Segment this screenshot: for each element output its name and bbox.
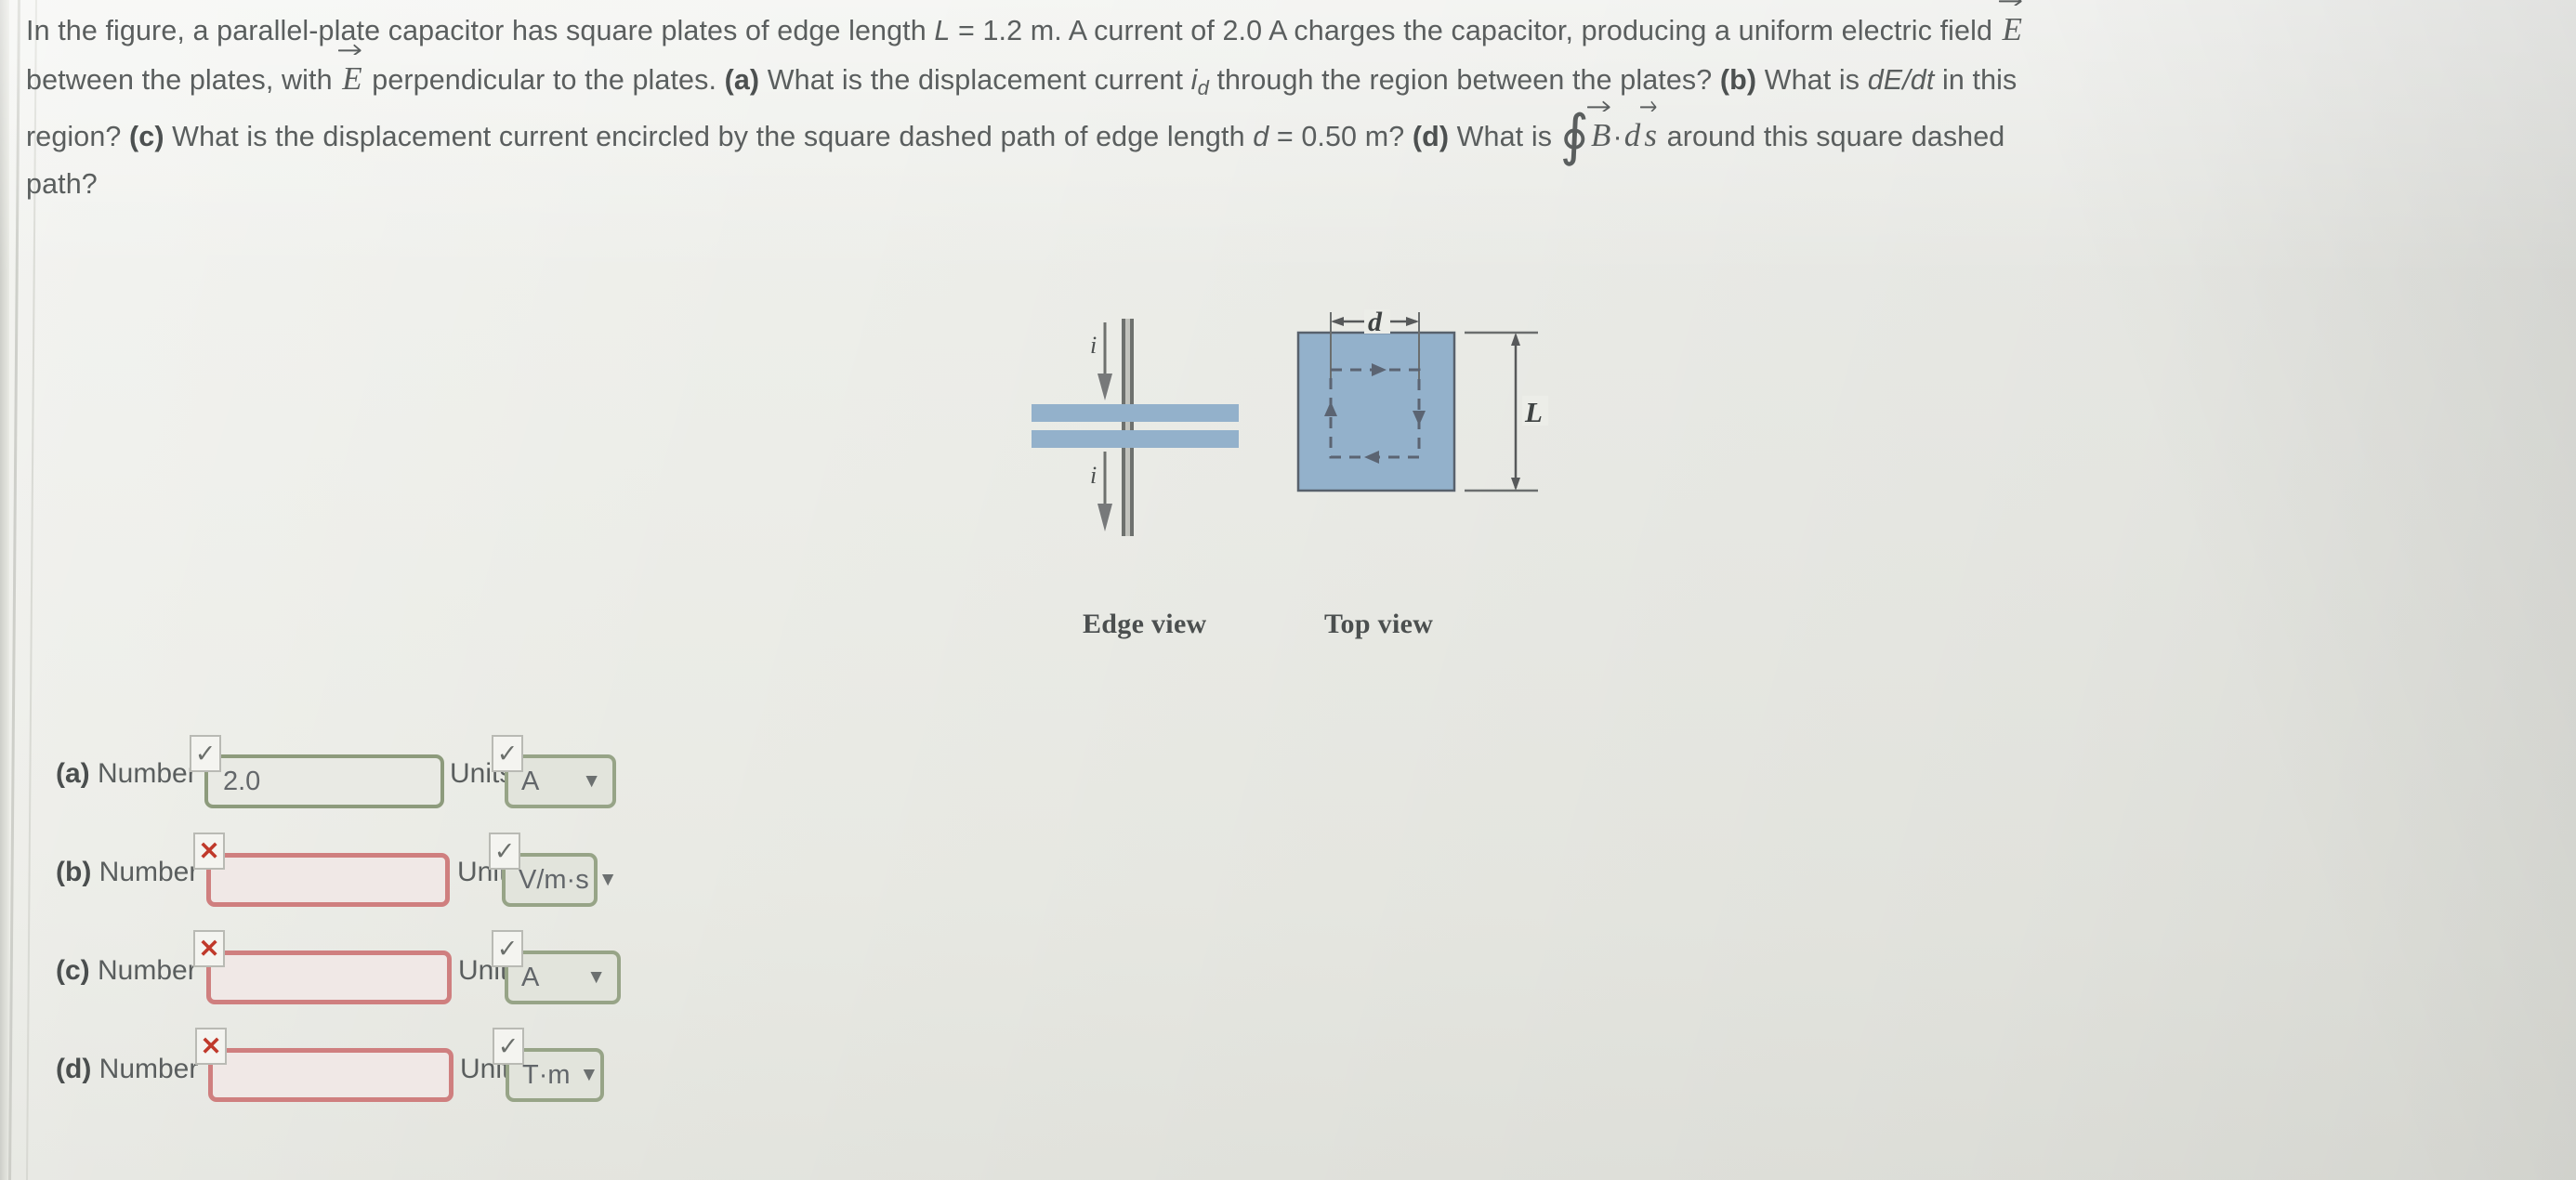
physics-figure: i i d L Edge view Top view bbox=[1032, 307, 1636, 650]
page-edge-line-outer bbox=[8, 0, 20, 1180]
screenshot-page: In the figure, a parallel-plate capacito… bbox=[0, 0, 2576, 1180]
question-line2-part2: perpendicular to the plates. bbox=[363, 64, 725, 96]
chevron-down-icon: ▼ bbox=[598, 869, 618, 890]
vector-E-symbol-1: E bbox=[1998, 0, 2024, 53]
answer-row-b: (b) Number ✕ Units ✓ V/m·s ▼ bbox=[56, 829, 1171, 927]
wire-right-edge bbox=[1130, 319, 1134, 536]
status-badge-units-b: ✓ bbox=[489, 833, 520, 870]
variable-d: d bbox=[1253, 121, 1269, 153]
variable-i-d: id bbox=[1190, 64, 1209, 100]
answer-label-d: (d) Number bbox=[56, 1054, 198, 1085]
variable-i: i bbox=[1190, 64, 1198, 96]
status-badge-number-c: ✕ bbox=[193, 930, 225, 967]
status-badge-units-d: ✓ bbox=[493, 1028, 524, 1065]
edge-view-diagram: i i bbox=[1032, 319, 1239, 536]
edge-view-caption: Edge view bbox=[1083, 609, 1207, 639]
current-label-top: i bbox=[1090, 332, 1097, 359]
wire-left-edge bbox=[1122, 319, 1125, 536]
top-view-caption: Top view bbox=[1324, 609, 1434, 639]
part-key-c: (c) bbox=[56, 955, 90, 986]
question-line2-part5: What is bbox=[1756, 64, 1868, 96]
dim-L-arrow bbox=[1511, 333, 1520, 491]
vector-E-glyph: E bbox=[342, 60, 362, 97]
vector-arrow-icon bbox=[338, 43, 362, 55]
units-select-value-c: A bbox=[521, 962, 540, 992]
question-line3-part2: What is the displacement current encircl… bbox=[164, 121, 1254, 153]
number-label-d: Number bbox=[99, 1054, 199, 1084]
part-key-a: (a) bbox=[56, 758, 90, 789]
dim-L-label: L bbox=[1524, 396, 1543, 428]
number-label-c: Number bbox=[98, 955, 197, 986]
vector-s-symbol: s bbox=[1640, 100, 1659, 159]
vector-E-symbol-2: E bbox=[338, 44, 363, 102]
current-label-bottom: i bbox=[1090, 462, 1097, 489]
current-arrow-bottom bbox=[1097, 452, 1112, 531]
answer-row-c: (c) Number ✕ Units ✓ A ▼ bbox=[56, 927, 1171, 1026]
part-label-a: (a) bbox=[724, 64, 760, 96]
screen-bezel-edge bbox=[0, 0, 9, 1180]
number-input-d[interactable] bbox=[208, 1048, 453, 1102]
question-line1-part1: In the figure, a parallel-plate capacito… bbox=[26, 15, 935, 46]
question-line3-part5: around this square dashed bbox=[1659, 121, 2005, 153]
part-key-d: (d) bbox=[56, 1054, 92, 1084]
part-label-b: (b) bbox=[1719, 64, 1757, 96]
vector-E-glyph: E bbox=[2002, 11, 2023, 47]
question-line3-part1: region? bbox=[26, 121, 130, 153]
answer-label-b: (b) Number bbox=[56, 857, 198, 888]
capacitor-plate-lower bbox=[1032, 430, 1239, 448]
question-text: In the figure, a parallel-plate capacito… bbox=[26, 0, 2563, 208]
capacitor-plate-upper bbox=[1032, 404, 1239, 422]
question-line1-part2: = 1.2 m. A current of 2.0 A charges the … bbox=[950, 15, 2001, 46]
question-line3-part3: = 0.50 m? bbox=[1268, 121, 1413, 153]
number-input-a[interactable]: 2.0 bbox=[204, 754, 444, 808]
chevron-down-icon: ▼ bbox=[586, 966, 606, 988]
part-label-d: (d) bbox=[1412, 121, 1450, 153]
chevron-down-icon: ▼ bbox=[579, 1064, 599, 1085]
status-badge-units-c: ✓ bbox=[492, 930, 523, 967]
part-key-b: (b) bbox=[56, 857, 92, 887]
number-label-a: Number bbox=[98, 758, 197, 789]
status-badge-number-a: ✓ bbox=[190, 735, 221, 772]
chevron-down-icon: ▼ bbox=[582, 770, 601, 792]
part-label-c: (c) bbox=[129, 121, 164, 153]
answer-form: (a) Number ✓ 2.0 Units ✓ A ▼ (b) Number … bbox=[56, 730, 1171, 1124]
status-badge-number-d: ✕ bbox=[195, 1028, 227, 1065]
question-line2-part6: in this bbox=[1934, 64, 2017, 96]
answer-label-a: (a) Number bbox=[56, 758, 197, 790]
units-select-value-a: A bbox=[521, 766, 540, 796]
top-view-diagram: d L bbox=[1296, 307, 1548, 492]
current-arrow-top bbox=[1097, 322, 1112, 400]
variable-L: L bbox=[934, 15, 951, 46]
answer-label-c: (c) Number bbox=[56, 955, 197, 987]
question-line2-part1: between the plates, with bbox=[26, 64, 341, 96]
vector-arrow-icon bbox=[1640, 99, 1658, 112]
question-line3-part4: What is bbox=[1449, 121, 1560, 153]
answer-row-d: (d) Number ✕ Units ✓ T·m ▼ bbox=[56, 1026, 1171, 1124]
vector-s-glyph: s bbox=[1644, 117, 1658, 154]
status-badge-units-a: ✓ bbox=[492, 735, 523, 772]
answer-row-a: (a) Number ✓ 2.0 Units ✓ A ▼ bbox=[56, 730, 1171, 829]
units-select-value-d: T·m bbox=[522, 1059, 571, 1090]
number-input-c[interactable] bbox=[206, 951, 452, 1004]
vector-arrow-icon bbox=[1998, 0, 2023, 6]
question-line4: path? bbox=[26, 168, 98, 201]
status-badge-number-b: ✕ bbox=[193, 833, 225, 870]
vector-B-glyph: B bbox=[1591, 117, 1611, 154]
number-label-b: Number bbox=[99, 857, 199, 887]
question-line2-part3: What is the displacement current bbox=[759, 64, 1191, 96]
differential-d: d bbox=[1623, 117, 1641, 154]
number-input-b[interactable] bbox=[206, 853, 450, 907]
dim-d-label: d bbox=[1368, 307, 1383, 337]
vector-B-symbol: B bbox=[1587, 100, 1612, 159]
dot-product-operator: · bbox=[1612, 121, 1623, 153]
figure-svg: i i d L bbox=[1032, 307, 1548, 536]
variable-i-subscript: d bbox=[1197, 76, 1209, 100]
vector-arrow-icon bbox=[1587, 99, 1611, 112]
expression-dEdt: dE/dt bbox=[1867, 64, 1935, 96]
capacitor-plate-square bbox=[1296, 331, 1456, 492]
wire-highlight bbox=[1125, 319, 1130, 536]
question-line2-part4: through the region between the plates? bbox=[1208, 64, 1720, 96]
units-select-value-b: V/m·s bbox=[519, 864, 589, 895]
